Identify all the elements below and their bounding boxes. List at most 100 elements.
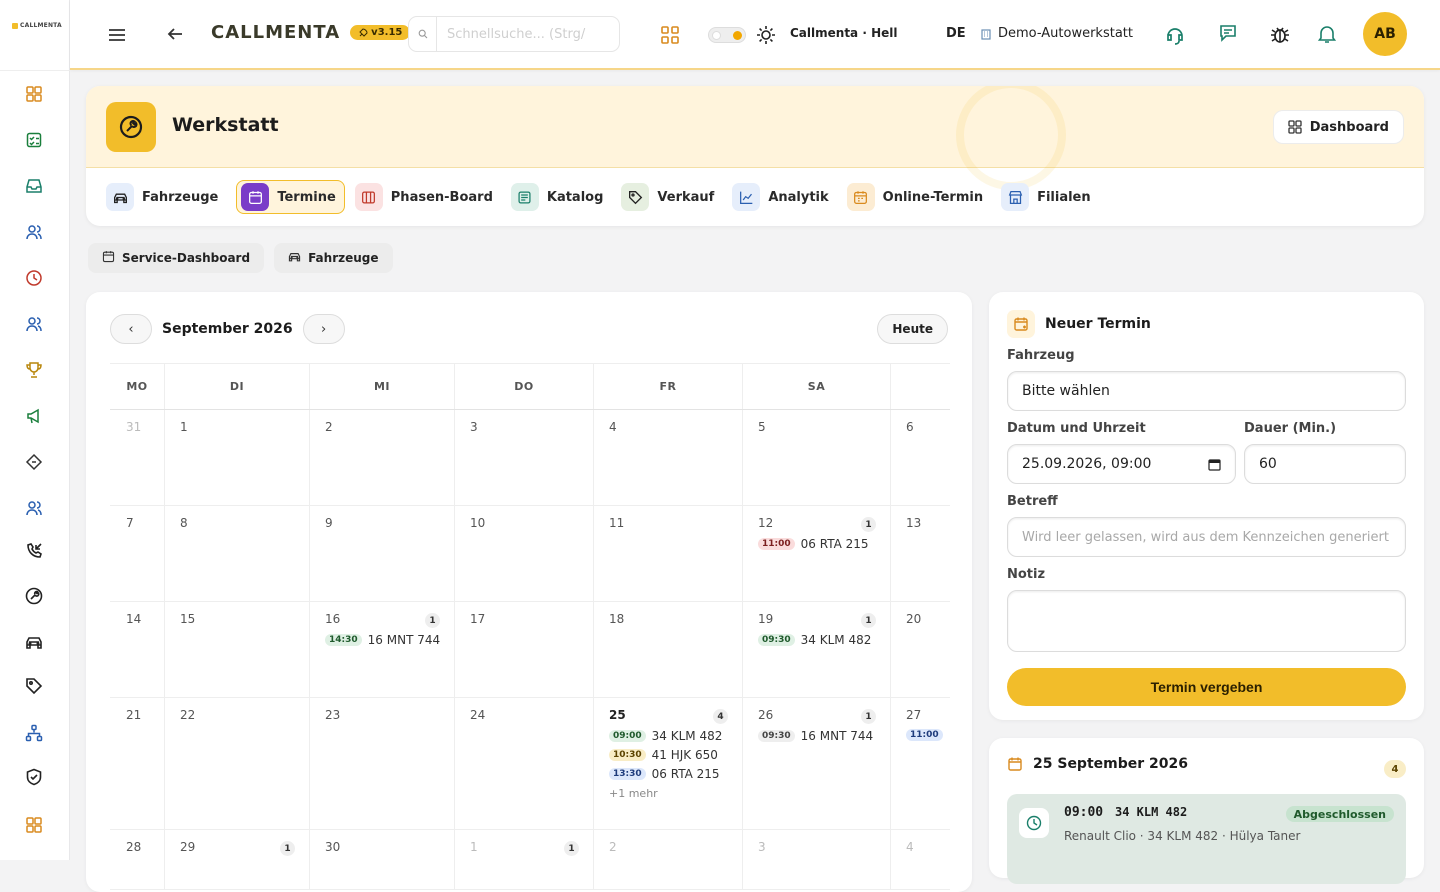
users-icon[interactable]	[24, 222, 44, 242]
day-cell[interactable]: 27 11:00	[891, 698, 950, 829]
note-textarea[interactable]	[1007, 590, 1406, 652]
theme-toggle[interactable]	[708, 27, 746, 43]
phone-incoming-icon[interactable]	[24, 541, 44, 561]
checklist-icon[interactable]	[24, 130, 44, 150]
subject-label: Betreff	[1007, 494, 1058, 509]
day-cell[interactable]: 17	[455, 602, 594, 697]
day-cell[interactable]: 4	[594, 410, 743, 505]
day-number: 6	[906, 420, 914, 434]
day-number: 16	[325, 612, 341, 626]
day-cell[interactable]: 19 1 09:30 34 KLM 482	[743, 602, 891, 697]
tab-filialen[interactable]: Filialen	[1001, 180, 1099, 214]
day-cell[interactable]: 7	[110, 506, 165, 601]
calendar-event[interactable]: 09:00 34 KLM 482	[609, 729, 727, 743]
menu-icon[interactable]	[107, 25, 127, 45]
tab-fahrzeuge[interactable]: Fahrzeuge	[106, 180, 226, 214]
day-cell[interactable]: 20	[891, 602, 950, 697]
day-cell[interactable]: 3	[455, 410, 594, 505]
subject-input[interactable]: Wird leer gelassen, wird aus dem Kennzei…	[1007, 517, 1406, 557]
day-cell[interactable]: 21	[110, 698, 165, 829]
apps-icon[interactable]	[24, 815, 44, 835]
submit-appointment-button[interactable]: Termin vergeben	[1007, 668, 1406, 706]
calendar-event[interactable]: 13:30 06 RTA 215	[609, 767, 727, 781]
duration-input[interactable]: 60	[1244, 444, 1406, 484]
day-cell[interactable]: 22	[165, 698, 310, 829]
next-month-button[interactable]: ›	[302, 314, 345, 344]
wrench-icon[interactable]	[24, 586, 44, 606]
day-cell[interactable]: 1	[165, 410, 310, 505]
tab-analytik[interactable]: Analytik	[732, 180, 836, 214]
shield-icon[interactable]	[24, 767, 44, 787]
contacts-icon[interactable]	[24, 498, 44, 518]
calendar-event[interactable]: 09:30 34 KLM 482	[758, 633, 875, 647]
language-switch[interactable]: DE	[946, 26, 966, 41]
day-cell[interactable]: 13	[891, 506, 950, 601]
calendar-event[interactable]: 11:00 06 RTA 215	[758, 537, 875, 551]
day-cell[interactable]: 2	[310, 410, 455, 505]
day-cell[interactable]: 8	[165, 506, 310, 601]
chip-service-dashboard[interactable]: Service-Dashboard	[88, 243, 265, 273]
day-cell[interactable]: 12 1 11:00 06 RTA 215	[743, 506, 891, 601]
day-cell[interactable]: 31	[110, 410, 165, 505]
search-box[interactable]	[408, 16, 620, 52]
team-icon[interactable]	[24, 314, 44, 334]
module-header: Werkstatt Dashboard Fahrzeuge Termine Phas…	[86, 86, 1424, 226]
back-arrow-icon[interactable]	[166, 25, 184, 43]
megaphone-icon[interactable]	[24, 406, 44, 426]
inbox-icon[interactable]	[24, 176, 44, 196]
more-events-link[interactable]: +1 mehr	[609, 787, 727, 800]
calendar-picker-icon[interactable]	[1208, 458, 1221, 471]
datetime-input[interactable]: 25.09.2026, 09:00	[1007, 444, 1236, 484]
tab-katalog[interactable]: Katalog	[510, 180, 612, 214]
chat-icon[interactable]	[1218, 23, 1238, 43]
day-cell[interactable]: 6	[891, 410, 950, 505]
weekday-label: DI	[165, 364, 310, 409]
tab-termine[interactable]: Termine	[236, 180, 345, 214]
ticket-icon[interactable]	[24, 452, 44, 472]
network-icon[interactable]	[24, 723, 44, 743]
day-cell[interactable]: 16 1 14:30 16 MNT 744	[310, 602, 455, 697]
day-cell[interactable]: 10	[455, 506, 594, 601]
car-icon[interactable]	[24, 632, 44, 652]
dashboard-button[interactable]: Dashboard	[1272, 110, 1404, 144]
headset-icon[interactable]	[1164, 24, 1186, 46]
day-cell[interactable]: 5	[743, 410, 891, 505]
day-cell[interactable]: 24	[455, 698, 594, 829]
day-cell[interactable]: 9	[310, 506, 455, 601]
brand-title[interactable]: CALLMENTA v3.15	[211, 22, 411, 43]
calendar-event[interactable]: 11:00	[906, 729, 943, 741]
apps-grid-icon[interactable]	[660, 25, 680, 45]
day-cell[interactable]: 14	[110, 602, 165, 697]
workspace-selector[interactable]: Demo-Autowerkstatt	[980, 26, 1133, 41]
search-input[interactable]	[437, 18, 613, 50]
bug-icon[interactable]	[1269, 23, 1291, 45]
day-cell[interactable]: 15	[165, 602, 310, 697]
tag-icon[interactable]	[24, 676, 44, 696]
chip-fahrzeuge[interactable]: Fahrzeuge	[274, 243, 393, 273]
tab-phasen-board[interactable]: Phasen-Board	[354, 180, 501, 214]
grid-icon[interactable]	[24, 84, 44, 104]
day-cell[interactable]: 18	[594, 602, 743, 697]
bell-icon[interactable]	[1318, 24, 1336, 44]
calendar-event[interactable]: 10:30 41 HJK 650	[609, 748, 727, 762]
tab-verkauf[interactable]: Verkauf	[621, 180, 722, 214]
theme-label[interactable]: Callmenta · Hell	[790, 26, 897, 40]
clock-icon[interactable]	[24, 268, 44, 288]
event-count-badge: 1	[280, 841, 295, 856]
day-cell[interactable]: 11	[594, 506, 743, 601]
calendar-event[interactable]: 14:30 16 MNT 744	[325, 633, 440, 647]
calendar-week: 21 22 23 24 25 4 09:00 34 KLM 482 10:30 41 HJK 65…	[110, 698, 950, 830]
dashboard-icon	[1288, 120, 1302, 134]
tab-online-termin[interactable]: Online-Termin	[846, 180, 991, 214]
appointment-card[interactable]: 09:00 34 KLM 482 Renault Clio · 34 KLM 4…	[1007, 794, 1406, 884]
prev-month-button[interactable]: ‹	[110, 314, 152, 344]
trophy-icon[interactable]	[24, 360, 44, 380]
app-logo[interactable]: CALLMENTA	[12, 22, 62, 29]
user-avatar[interactable]: AB	[1363, 12, 1407, 56]
day-cell[interactable]: 25 4 09:00 34 KLM 482 10:30 41 HJK 650 13:30 06…	[594, 698, 743, 829]
calendar-event[interactable]: 09:30 16 MNT 744	[758, 729, 875, 743]
vehicle-select[interactable]: Bitte wählen	[1007, 371, 1406, 411]
day-cell[interactable]: 23	[310, 698, 455, 829]
today-button[interactable]: Heute	[877, 314, 948, 344]
day-cell[interactable]: 26 1 09:30 16 MNT 744	[743, 698, 891, 829]
